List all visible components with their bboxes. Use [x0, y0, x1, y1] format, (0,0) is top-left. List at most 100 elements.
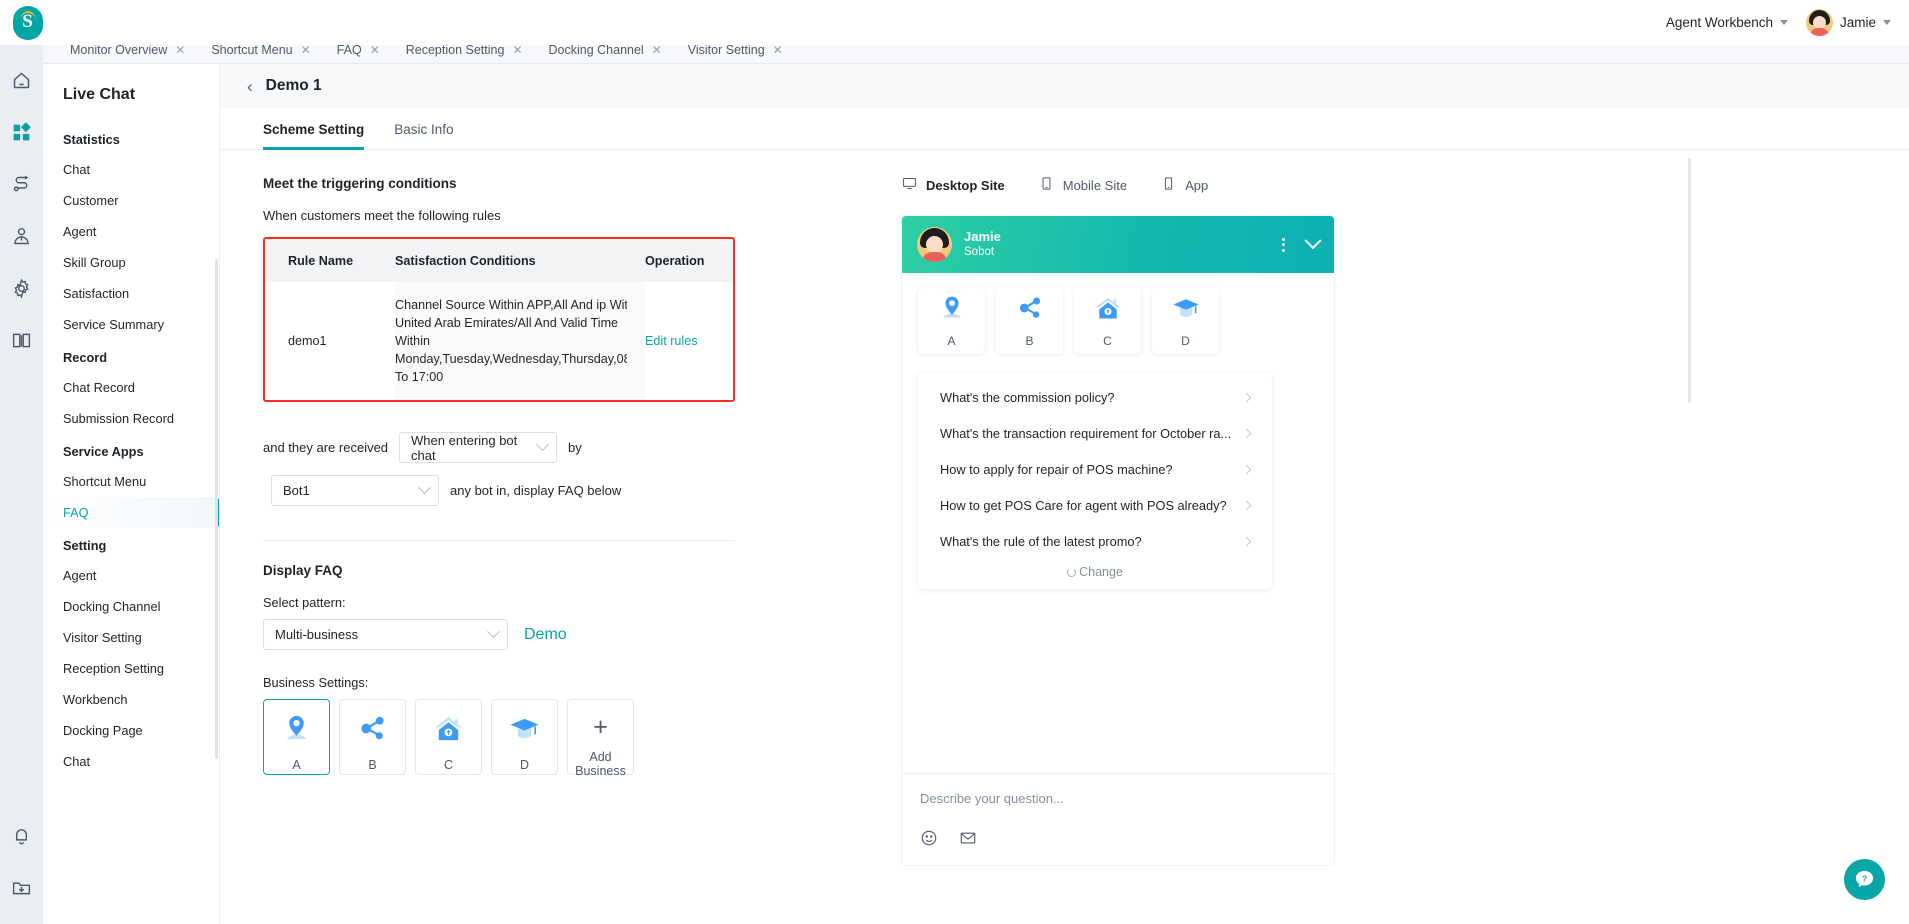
sidebar-item-label: Chat — [63, 162, 91, 177]
edit-rules-link[interactable]: Edit rules — [645, 334, 698, 348]
tab-basic-info[interactable]: Basic Info — [394, 122, 453, 149]
trigger-moment-select[interactable]: When entering bot chat — [399, 432, 558, 463]
book-icon[interactable] — [9, 327, 35, 353]
sidebar-item-label: Service Summary — [63, 317, 164, 332]
sidebar-item-service-summary[interactable]: Service Summary — [43, 309, 219, 340]
sidebar-item-agent[interactable]: Agent — [43, 216, 219, 247]
sidebar-item-label: FAQ — [63, 505, 89, 520]
preview-business-card-c[interactable]: C — [1074, 287, 1141, 354]
conditions-line: United Arab Emirates/All And Valid Time — [395, 316, 619, 330]
demo-link[interactable]: Demo — [524, 626, 567, 644]
user-menu[interactable]: Jamie — [1805, 9, 1891, 36]
faq-list-item[interactable]: How to apply for repair of POS machine? — [918, 451, 1272, 487]
workbench-switcher[interactable]: Agent Workbench — [1666, 15, 1788, 30]
sidebar-item-label: Satisfaction — [63, 286, 130, 301]
panel-columns: Meet the triggering conditions When cust… — [220, 150, 1909, 865]
add-business-button[interactable]: + Add Business — [567, 699, 634, 778]
preview-business-card-d[interactable]: D — [1152, 287, 1219, 354]
faq-list-item[interactable]: What's the commission policy? — [918, 379, 1272, 415]
widget-header-actions — [1282, 231, 1322, 252]
sidebar-item-docking-channel[interactable]: Docking Channel — [43, 591, 219, 622]
business-card-label: B — [368, 758, 377, 772]
avatar — [1805, 9, 1833, 36]
preview-scrollbar[interactable] — [1688, 158, 1691, 403]
faq-list-item[interactable]: How to get POS Care for agent with POS a… — [918, 487, 1272, 523]
close-icon[interactable]: ✕ — [773, 44, 783, 56]
conditions-line: Monday,Tuesday,Wednesday,Thursday,08 — [395, 352, 627, 366]
top-bar: S Agent Workbench Jamie — [0, 0, 1909, 45]
share-nodes-icon — [1016, 294, 1044, 327]
sidebar-item-reception-setting[interactable]: Reception Setting — [43, 653, 219, 684]
section-divider — [263, 540, 735, 541]
device-tab-mobile-site[interactable]: Mobile Site — [1039, 176, 1127, 194]
sidebar-item-chat-record[interactable]: Chat Record — [43, 372, 219, 403]
emoji-icon[interactable] — [920, 829, 938, 852]
download-icon[interactable] — [9, 874, 35, 900]
apps-icon[interactable] — [9, 119, 35, 145]
device-tab-app[interactable]: App — [1161, 176, 1208, 194]
th-rule-name: Rule Name — [265, 239, 395, 282]
sidebar-item-satisfaction[interactable]: Satisfaction — [43, 278, 219, 309]
bot-select[interactable]: Bot1 — [271, 475, 439, 506]
flow-icon[interactable] — [9, 171, 35, 197]
mail-icon[interactable] — [959, 829, 977, 852]
conditions-text: Channel Source Within APP,All And ip Wit… — [395, 296, 627, 386]
message-input[interactable]: Describe your question... — [920, 791, 1316, 806]
bell-icon[interactable] — [9, 822, 35, 848]
more-options-icon[interactable] — [1282, 237, 1285, 252]
trigger-moment-value: When entering bot chat — [411, 432, 518, 463]
sidebar-title: Live Chat — [63, 86, 136, 103]
tab-scheme-setting[interactable]: Scheme Setting — [263, 122, 365, 150]
sidebar-item-label: Visitor Setting — [63, 630, 142, 645]
sidebar-scrollbar[interactable] — [215, 259, 218, 759]
preview-business-card-b[interactable]: B — [996, 287, 1063, 354]
sidebar-item-label: Workbench — [63, 692, 128, 707]
page-title: Demo 1 — [265, 77, 322, 94]
location-pin-icon — [281, 713, 312, 749]
brand-logo-cell[interactable]: S — [0, 0, 55, 45]
help-button[interactable]: ? — [1844, 859, 1885, 900]
sidebar-item-agent[interactable]: Agent — [43, 560, 219, 591]
sidebar-item-chat[interactable]: Chat — [43, 746, 219, 777]
gear-icon[interactable] — [9, 275, 35, 301]
business-card-a[interactable]: A — [263, 699, 330, 775]
business-card-c[interactable]: C — [415, 699, 482, 775]
close-icon[interactable]: ✕ — [301, 44, 311, 56]
widget-footer: Describe your question... — [902, 773, 1334, 865]
widget-header: Jamie Sobot — [902, 216, 1334, 273]
faq-list-item[interactable]: What's the rule of the latest promo? — [918, 523, 1272, 559]
close-icon[interactable]: ✕ — [175, 44, 185, 56]
back-button[interactable]: ‹ — [247, 78, 253, 95]
preview-business-card-a[interactable]: A — [918, 287, 985, 354]
app-icon — [1161, 176, 1176, 194]
top-bar-right: Agent Workbench Jamie — [1666, 9, 1909, 36]
widget-agent-sub: Sobot — [964, 246, 995, 258]
sidebar-item-shortcut-menu[interactable]: Shortcut Menu — [43, 466, 219, 497]
business-card-b[interactable]: B — [339, 699, 406, 775]
sidebar-item-chat[interactable]: Chat — [43, 154, 219, 185]
change-faq-button[interactable]: Change — [918, 559, 1272, 579]
home-icon[interactable] — [9, 67, 35, 93]
workbench-label: Agent Workbench — [1665, 15, 1773, 30]
close-icon[interactable]: ✕ — [512, 44, 522, 56]
sidebar-group-title: Statistics — [63, 132, 120, 147]
sidebar-item-workbench[interactable]: Workbench — [43, 684, 219, 715]
chevron-down-icon[interactable] — [1304, 231, 1322, 249]
pattern-select-value: Multi-business — [275, 627, 359, 642]
sidebar-item-submission-record[interactable]: Submission Record — [43, 403, 219, 434]
business-card-d[interactable]: D — [491, 699, 558, 775]
device-tab-desktop-site[interactable]: Desktop Site — [902, 176, 1005, 194]
sidebar-item-faq[interactable]: FAQ — [43, 497, 219, 528]
chevron-right-icon — [1241, 464, 1252, 474]
pattern-select[interactable]: Multi-business — [263, 619, 508, 650]
sidebar-item-customer[interactable]: Customer — [43, 185, 219, 216]
close-icon[interactable]: ✕ — [652, 44, 662, 56]
sidebar-item-visitor-setting[interactable]: Visitor Setting — [43, 622, 219, 653]
sidebar-item-docking-page[interactable]: Docking Page — [43, 715, 219, 746]
close-icon[interactable]: ✕ — [370, 44, 380, 56]
sidebar-item-label: Shortcut Menu — [63, 474, 147, 489]
sidebar-item-skill-group[interactable]: Skill Group — [43, 247, 219, 278]
faq-list-item[interactable]: What's the transaction requirement for O… — [918, 415, 1272, 451]
received-by-label: by — [568, 440, 582, 455]
agent-icon[interactable] — [9, 223, 35, 249]
